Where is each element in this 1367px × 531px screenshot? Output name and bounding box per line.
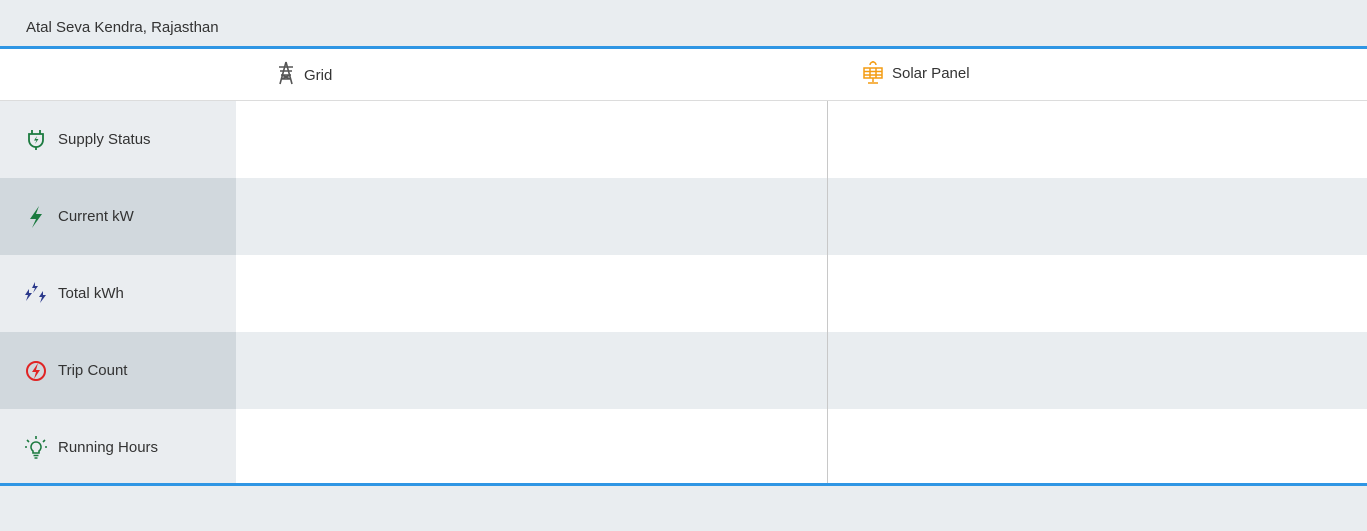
- row-label-cell: Trip Count: [0, 332, 236, 409]
- lightning-bolt-icon: [22, 203, 50, 231]
- plug-power-icon: [22, 126, 50, 154]
- table-row: Trip Count: [0, 332, 1367, 409]
- table-header-row: Grid Solar Panel: [0, 49, 1367, 102]
- table-row: Current kW: [0, 178, 1367, 255]
- solar-current-kw-value: [828, 178, 1367, 255]
- energy-table: Grid Solar Panel Supply Status Current k…: [0, 49, 1367, 486]
- row-label-cell: Total kWh: [0, 255, 236, 332]
- grid-total-kwh-value: [236, 255, 827, 332]
- table-row: Running Hours: [0, 409, 1367, 486]
- lightbulb-icon: [22, 434, 50, 462]
- solar-total-kwh-value: [828, 255, 1367, 332]
- grid-current-kw-value: [236, 178, 827, 255]
- row-label-supply-status: Supply Status: [58, 131, 151, 148]
- column-header-grid: Grid: [276, 61, 332, 85]
- grid-supply-status-value: [236, 101, 827, 178]
- table-row: Total kWh: [0, 255, 1367, 332]
- column-header-solar-label: Solar Panel: [892, 64, 970, 82]
- row-label-running-hours: Running Hours: [58, 439, 159, 456]
- solar-running-hours-value: [828, 409, 1367, 486]
- table-row: Supply Status: [0, 101, 1367, 178]
- page-title: Atal Seva Kendra, Rajasthan: [26, 19, 219, 36]
- column-header-solar: Solar Panel: [862, 61, 970, 85]
- row-label-cell: Current kW: [0, 178, 236, 255]
- solar-trip-count-value: [828, 332, 1367, 409]
- row-label-current-kw: Current kW: [58, 208, 134, 225]
- bottom-accent-line: [0, 483, 1367, 486]
- row-label-cell: Supply Status: [0, 101, 236, 178]
- row-label-cell: Running Hours: [0, 409, 236, 486]
- grid-trip-count-value: [236, 332, 827, 409]
- row-label-total-kwh: Total kWh: [58, 285, 124, 302]
- column-header-grid-label: Grid: [304, 66, 333, 84]
- power-tower-icon: [276, 61, 296, 85]
- row-label-trip-count: Trip Count: [58, 362, 128, 379]
- multiple-bolts-icon: [22, 280, 50, 308]
- solar-panel-icon: [862, 61, 884, 85]
- grid-running-hours-value: [236, 409, 827, 486]
- bolt-circle-icon: [22, 357, 50, 385]
- solar-supply-status-value: [828, 101, 1367, 178]
- column-divider: [827, 101, 828, 483]
- header-bar: Atal Seva Kendra, Rajasthan: [0, 0, 1367, 49]
